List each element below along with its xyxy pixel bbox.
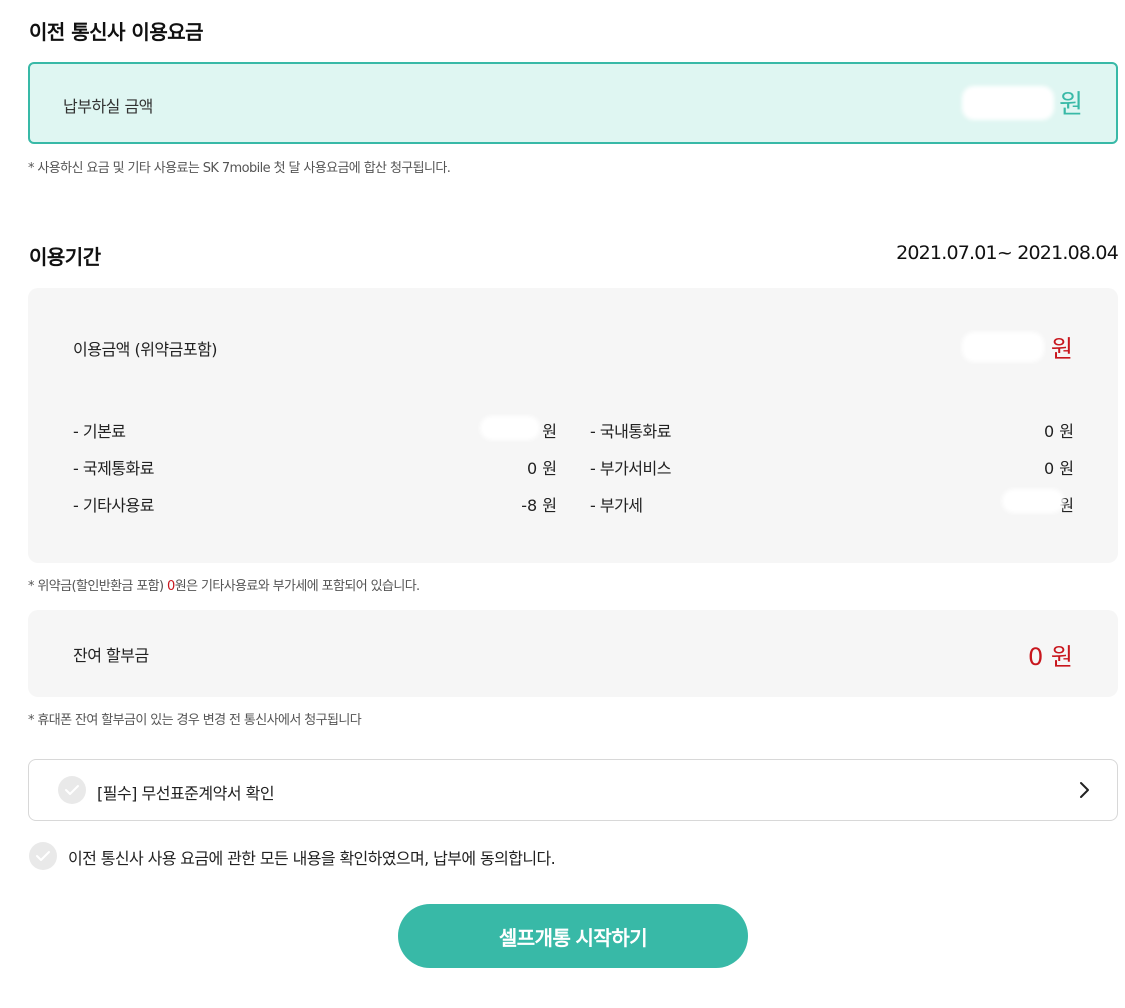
fee-label-intl-call: - 국제통화료 bbox=[73, 459, 154, 478]
fee-value-addon-service: 0 원 bbox=[1044, 459, 1074, 478]
installment-value: 0 원 bbox=[1028, 643, 1073, 671]
terms-contract-label: [필수] 무선표준계약서 확인 bbox=[97, 784, 275, 803]
fee-label-other: - 기타사용료 bbox=[73, 496, 154, 515]
masked-amount bbox=[962, 86, 1054, 120]
agree-check-circle[interactable] bbox=[29, 842, 57, 870]
masked-amount bbox=[1002, 489, 1064, 513]
usage-panel: 이용금액 (위약금포함) 원 - 기본료 원 - 국내통화료 0 원 - 국제통… bbox=[28, 288, 1118, 563]
fee-value-basic: 원 bbox=[542, 422, 557, 441]
penalty-note-suffix: 원은 기타사용료와 부가세에 포함되어 있습니다. bbox=[174, 579, 420, 594]
section-title-period: 이용기간 bbox=[29, 245, 101, 269]
masked-amount bbox=[962, 332, 1044, 362]
usage-amount-label: 이용금액 (위약금포함) bbox=[73, 340, 218, 359]
pay-amount-box: 납부하실 금액 원 bbox=[28, 62, 1118, 144]
terms-contract-row[interactable]: [필수] 무선표준계약서 확인 bbox=[28, 759, 1118, 821]
fee-label-addon-service: - 부가서비스 bbox=[590, 459, 671, 478]
fee-value-other: -8 원 bbox=[521, 496, 557, 515]
prev-carrier-note: * 사용하신 요금 및 기타 사용료는 SK 7mobile 첫 달 사용요금에… bbox=[28, 161, 451, 176]
penalty-note-amount: 0 bbox=[167, 579, 175, 594]
pay-amount-label: 납부하실 금액 bbox=[63, 97, 153, 116]
chevron-right-icon[interactable] bbox=[1079, 780, 1091, 800]
fee-label-basic: - 기본료 bbox=[73, 422, 126, 441]
pay-amount-unit: 원 bbox=[1059, 90, 1083, 120]
penalty-note: * 위약금(할인반환금 포함) 0원은 기타사용료와 부가세에 포함되어 있습니… bbox=[28, 575, 420, 594]
installment-panel: 잔여 할부금 0 원 bbox=[28, 610, 1118, 697]
agree-label[interactable]: 이전 통신사 사용 요금에 관한 모든 내용을 확인하였으며, 납부에 동의합니… bbox=[68, 845, 556, 869]
fee-value-domestic-call: 0 원 bbox=[1044, 422, 1074, 441]
installment-note: * 휴대폰 잔여 할부금이 있는 경우 변경 전 통신사에서 청구됩니다 bbox=[28, 713, 362, 728]
check-icon bbox=[65, 785, 79, 795]
terms-check-circle[interactable] bbox=[58, 776, 86, 804]
fee-value-intl-call: 0 원 bbox=[527, 459, 557, 478]
start-self-activation-button[interactable]: 셀프개통 시작하기 bbox=[398, 904, 748, 968]
fee-label-domestic-call: - 국내통화료 bbox=[590, 422, 671, 441]
fee-label-vat: - 부가세 bbox=[590, 496, 643, 515]
period-value: 2021.07.01~ 2021.08.04 bbox=[896, 242, 1119, 264]
masked-amount bbox=[480, 416, 540, 440]
penalty-note-prefix: * 위약금(할인반환금 포함) bbox=[28, 579, 168, 594]
check-icon bbox=[36, 851, 50, 861]
section-title-prev-carrier: 이전 통신사 이용요금 bbox=[29, 20, 204, 44]
usage-amount-unit: 원 bbox=[1050, 335, 1073, 363]
installment-label: 잔여 할부금 bbox=[73, 646, 149, 665]
